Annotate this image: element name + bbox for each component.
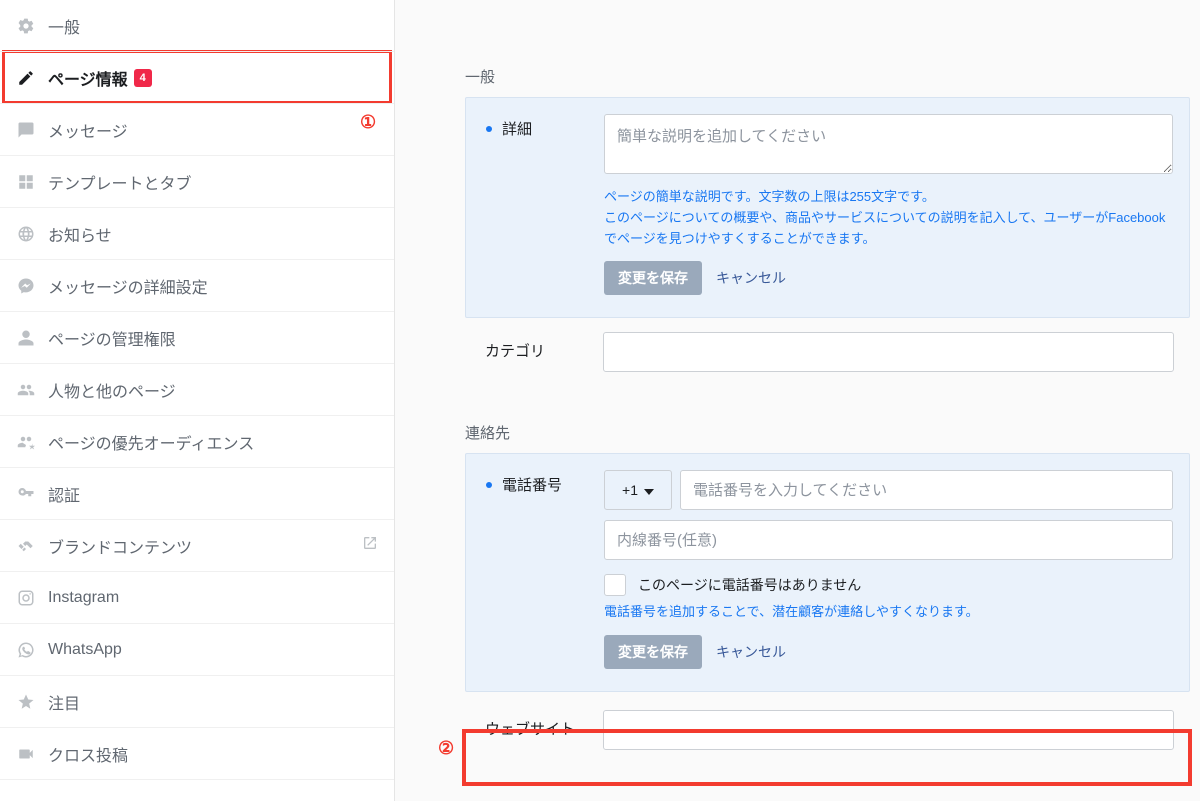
cancel-button[interactable]: キャンセル xyxy=(716,642,786,662)
gear-icon xyxy=(16,16,36,36)
sidebar-item-7[interactable]: 人物と他のページ xyxy=(0,364,394,416)
instagram-icon xyxy=(16,588,36,608)
panel-phone: 電話番号 +1 このページに電話番号はありま xyxy=(465,453,1190,692)
sidebar-item-label: メッセージの詳細設定 xyxy=(48,274,208,298)
person-icon xyxy=(16,328,36,348)
sidebar-item-label: ページの管理権限 xyxy=(48,326,176,350)
globe-icon xyxy=(16,224,36,244)
external-link-icon xyxy=(362,535,378,556)
save-button[interactable]: 変更を保存 xyxy=(604,261,702,295)
main-content: 一般 詳細 ページの簡単な説明です。文字数の上限は255文字です。 このページに… xyxy=(395,0,1200,801)
active-dot-icon xyxy=(486,126,492,132)
handshake-icon xyxy=(16,536,36,556)
sidebar-item-label: 人物と他のページ xyxy=(48,378,176,402)
sidebar-item-label: ブランドコンテンツ xyxy=(48,534,192,558)
caret-down-icon xyxy=(644,482,654,498)
sidebar-item-0[interactable]: 一般 xyxy=(0,0,394,52)
sidebar-item-label: 注目 xyxy=(48,690,80,714)
sidebar-item-11[interactable]: Instagram xyxy=(0,572,394,624)
messenger-icon xyxy=(16,276,36,296)
sidebar-item-13[interactable]: 注目 xyxy=(0,676,394,728)
sidebar-item-label: お知らせ xyxy=(48,222,112,246)
website-input[interactable] xyxy=(603,710,1174,750)
sidebar-item-label: ページの優先オーディエンス xyxy=(48,430,254,454)
sidebar-item-label: クロス投稿 xyxy=(48,742,128,766)
pencil-icon xyxy=(16,68,36,88)
field-label-category: カテゴリ xyxy=(485,332,603,361)
sidebar-item-label: ページ情報 xyxy=(48,66,128,90)
sidebar-item-3[interactable]: テンプレートとタブ xyxy=(0,156,394,208)
category-input[interactable] xyxy=(603,332,1174,372)
chat-icon xyxy=(16,120,36,140)
sidebar-nav: 一般ページ情報4メッセージテンプレートとタブお知らせメッセージの詳細設定ページの… xyxy=(0,0,395,801)
notification-badge: 4 xyxy=(134,69,152,87)
field-label-details: 詳細 xyxy=(486,114,604,139)
field-label-phone: 電話番号 xyxy=(486,470,604,495)
sidebar-item-label: テンプレートとタブ xyxy=(48,170,192,194)
section-title-general: 一般 xyxy=(465,66,1190,87)
details-textarea[interactable] xyxy=(604,114,1173,174)
sidebar-item-5[interactable]: メッセージの詳細設定 xyxy=(0,260,394,312)
whatsapp-icon xyxy=(16,640,36,660)
details-help-text: ページの簡単な説明です。文字数の上限は255文字です。 このページについての概要… xyxy=(604,187,1173,249)
star-icon xyxy=(16,692,36,712)
sidebar-item-label: 一般 xyxy=(48,14,80,38)
phone-help-text: 電話番号を追加することで、潜在顧客が連絡しやすくなります。 xyxy=(604,602,1173,623)
sidebar-item-9[interactable]: 認証 xyxy=(0,468,394,520)
sidebar-item-6[interactable]: ページの管理権限 xyxy=(0,312,394,364)
field-label-website: ウェブサイト xyxy=(485,710,603,739)
no-phone-checkbox[interactable] xyxy=(604,574,626,596)
sidebar-item-1[interactable]: ページ情報 4 xyxy=(0,52,394,104)
sidebar-item-4[interactable]: お知らせ xyxy=(0,208,394,260)
sidebar-item-12[interactable]: WhatsApp xyxy=(0,624,394,676)
sidebar-item-label: Instagram xyxy=(48,589,119,607)
active-dot-icon xyxy=(486,482,492,488)
no-phone-label: このページに電話番号はありません xyxy=(638,575,861,595)
panel-details: 詳細 ページの簡単な説明です。文字数の上限は255文字です。 このページについて… xyxy=(465,97,1190,318)
people-star-icon xyxy=(16,432,36,452)
cancel-button[interactable]: キャンセル xyxy=(716,268,786,288)
save-button[interactable]: 変更を保存 xyxy=(604,635,702,669)
grid-icon xyxy=(16,172,36,192)
section-title-contact: 連絡先 xyxy=(465,422,1190,443)
country-code-select[interactable]: +1 xyxy=(604,470,672,510)
sidebar-item-label: メッセージ xyxy=(48,118,128,142)
sidebar-item-14[interactable]: クロス投稿 xyxy=(0,728,394,780)
sidebar-item-2[interactable]: メッセージ xyxy=(0,104,394,156)
video-icon xyxy=(16,744,36,764)
phone-number-input[interactable] xyxy=(680,470,1173,510)
annotation-number-2: ② xyxy=(438,738,454,759)
phone-ext-input[interactable] xyxy=(604,520,1173,560)
sidebar-item-8[interactable]: ページの優先オーディエンス xyxy=(0,416,394,468)
sidebar-item-10[interactable]: ブランドコンテンツ xyxy=(0,520,394,572)
sidebar-item-label: WhatsApp xyxy=(48,641,122,659)
key-icon xyxy=(16,484,36,504)
sidebar-item-label: 認証 xyxy=(48,482,80,506)
people-icon xyxy=(16,380,36,400)
